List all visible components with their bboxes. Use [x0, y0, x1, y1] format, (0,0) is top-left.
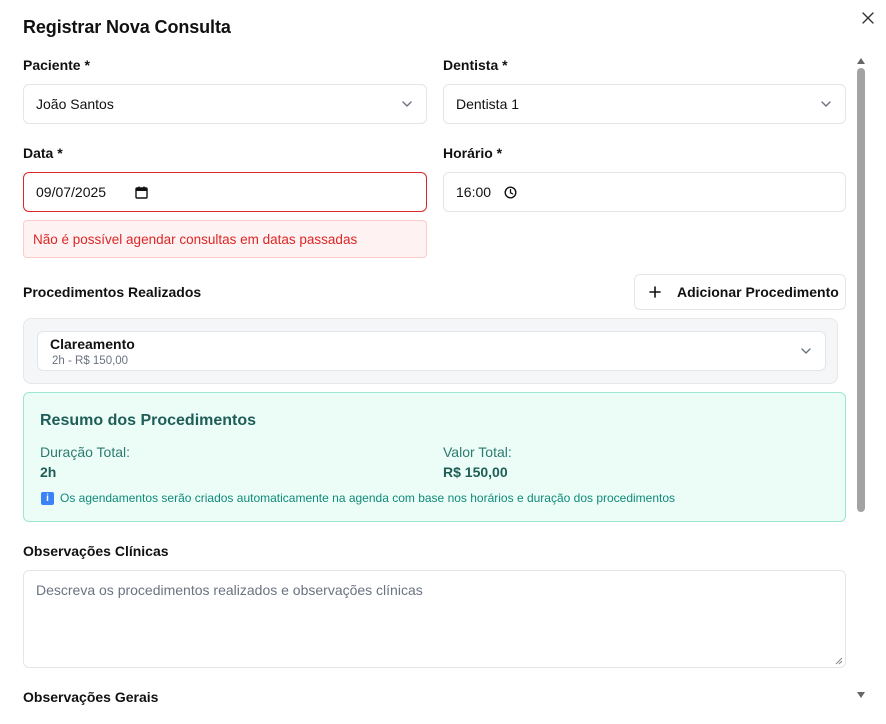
add-procedure-button[interactable]: Adicionar Procedimento [634, 274, 846, 310]
scrollbar-thumb[interactable] [857, 68, 865, 512]
date-value: 09/07/2025 [36, 184, 107, 200]
close-icon [862, 12, 874, 24]
patient-label: Paciente * [23, 57, 90, 73]
procedure-list: Clareamento 2h - R$ 150,00 [23, 318, 838, 384]
chevron-down-icon [801, 348, 811, 354]
procedure-detail: 2h - R$ 150,00 [52, 355, 129, 367]
clinical-notes-textarea[interactable]: Descreva os procedimentos realizados e o… [23, 570, 846, 668]
scroll-up-icon[interactable] [856, 56, 866, 66]
resize-handle-icon[interactable] [835, 657, 843, 665]
calendar-icon[interactable] [135, 186, 148, 199]
dentist-select[interactable]: Dentista 1 [443, 84, 846, 124]
patient-value: João Santos [36, 96, 114, 112]
summary-title: Resumo dos Procedimentos [40, 412, 257, 429]
time-input[interactable]: 16:00 [443, 172, 846, 212]
info-icon: i [41, 491, 54, 505]
date-label: Data * [23, 145, 63, 161]
chevron-down-icon [821, 101, 831, 107]
patient-select[interactable]: João Santos [23, 84, 427, 124]
duration-label: Duração Total: [40, 444, 131, 460]
add-procedure-label: Adicionar Procedimento [677, 284, 839, 300]
chevron-down-icon [402, 101, 412, 107]
clinical-notes-placeholder: Descreva os procedimentos realizados e o… [36, 582, 423, 598]
procedure-select[interactable]: Clareamento 2h - R$ 150,00 [37, 331, 826, 371]
clinical-notes-label: Observações Clínicas [23, 543, 169, 559]
general-notes-label: Observações Gerais [23, 689, 159, 705]
procedures-label: Procedimentos Realizados [23, 284, 202, 300]
procedure-name: Clareamento [50, 336, 135, 352]
form-scroll-area: Paciente * João Santos Dentista * Dentis… [0, 50, 856, 706]
dentist-label: Dentista * [443, 57, 508, 73]
clock-icon[interactable] [504, 185, 517, 199]
dentist-value: Dentista 1 [456, 96, 520, 112]
summary-info: i Os agendamentos serão criados automati… [41, 491, 675, 505]
plus-icon [649, 286, 661, 298]
total-value: R$ 150,00 [443, 464, 508, 480]
date-error-message: Não é possível agendar consultas em data… [23, 220, 427, 258]
scroll-down-icon[interactable] [856, 690, 866, 700]
time-label: Horário * [443, 145, 503, 161]
summary-info-text: Os agendamentos serão criados automatica… [60, 491, 676, 505]
procedure-summary: Resumo dos Procedimentos Duração Total: … [23, 392, 846, 522]
close-button[interactable] [858, 8, 878, 28]
total-label: Valor Total: [443, 444, 512, 460]
scrollbar[interactable] [855, 56, 867, 700]
duration-value: 2h [40, 464, 57, 480]
date-input[interactable]: 09/07/2025 [23, 172, 427, 212]
time-value: 16:00 [456, 184, 492, 200]
modal-title: Registrar Nova Consulta [23, 17, 231, 37]
